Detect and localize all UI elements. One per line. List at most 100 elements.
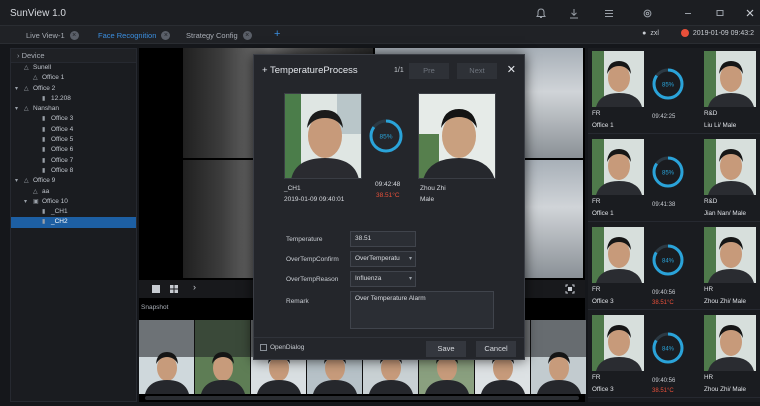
tree-item-label: Office 7 bbox=[51, 156, 74, 164]
expand-icon[interactable]: ▾ bbox=[15, 176, 22, 186]
tab-bar: Live View-1 × Face Recognition × Strateg… bbox=[0, 26, 760, 44]
tree-item[interactable]: ▾ △ Office 2 bbox=[11, 84, 136, 94]
person-gender: Male bbox=[420, 196, 435, 203]
chevron-right-icon[interactable]: › bbox=[193, 282, 196, 292]
download-icon[interactable] bbox=[566, 5, 582, 21]
tree-item[interactable]: ▮ Office 5 bbox=[11, 135, 136, 145]
dialog-title: + TemperatureProcess bbox=[262, 65, 358, 76]
tree-item-label: _CH2 bbox=[51, 218, 68, 226]
location-label: Office 3 bbox=[592, 298, 614, 305]
tree-item-label: Office 4 bbox=[51, 125, 74, 133]
plus-icon: + bbox=[262, 65, 271, 76]
tree-item-label: 12.208 bbox=[51, 94, 71, 102]
app-title: SunView 1.0 bbox=[10, 8, 66, 19]
next-button[interactable]: Next bbox=[457, 63, 497, 79]
registered-face-thumbnail bbox=[704, 51, 756, 107]
expand-icon[interactable]: ▾ bbox=[15, 104, 22, 114]
device-header-label: Device bbox=[21, 51, 45, 60]
tree-item[interactable]: ▮ _CH2 bbox=[11, 217, 136, 228]
expand-icon[interactable]: ▾ bbox=[15, 84, 22, 94]
bell-icon[interactable] bbox=[533, 5, 549, 21]
minimize-icon[interactable] bbox=[680, 5, 696, 21]
tree-item[interactable]: ▾ ▣ Office 10 bbox=[11, 197, 136, 207]
tree-item[interactable]: ▾ △ Nanshan bbox=[11, 104, 136, 114]
cancel-button[interactable]: Cancel bbox=[476, 341, 516, 357]
open-dialog-checkbox[interactable]: OpenDialog bbox=[260, 344, 304, 351]
overtemp-reason-select[interactable]: Influenza bbox=[350, 271, 416, 287]
captured-face-thumbnail bbox=[592, 315, 644, 371]
tab-close-icon[interactable]: × bbox=[69, 30, 79, 40]
person-name: Zhou Zhi bbox=[420, 185, 446, 192]
recognition-card[interactable]: FR Office 1 85% 09:41:38 R&D Jian Nan/ Male bbox=[588, 136, 760, 222]
tree-item[interactable]: △ Sunell bbox=[11, 63, 136, 73]
tree-item[interactable]: ▮ Office 3 bbox=[11, 114, 136, 124]
snapshot-thumbnail[interactable] bbox=[531, 320, 586, 394]
snapshot-label: Snapshot bbox=[141, 304, 169, 311]
add-tab-icon[interactable]: + bbox=[274, 28, 280, 40]
close-icon[interactable] bbox=[742, 5, 758, 21]
expand-icon[interactable]: ▾ bbox=[24, 197, 31, 207]
menu-icon[interactable] bbox=[601, 5, 617, 21]
capture-channel: _CH1 bbox=[284, 185, 301, 192]
similarity-value: 84% bbox=[662, 259, 675, 265]
tree-item-label: Nanshan bbox=[33, 105, 60, 113]
captured-face-image bbox=[284, 93, 362, 179]
single-view-icon[interactable] bbox=[151, 284, 161, 294]
user-icon[interactable]: ● bbox=[642, 30, 646, 37]
captured-face-thumbnail bbox=[592, 227, 644, 283]
site-icon: △ bbox=[24, 106, 29, 113]
remark-textarea[interactable]: Over Temperature Alarm bbox=[350, 291, 494, 329]
tree-item[interactable]: ▮ Office 6 bbox=[11, 145, 136, 155]
nvr-icon: ▣ bbox=[33, 198, 39, 205]
match-temperature: 38.51°C bbox=[652, 300, 674, 306]
captured-face-thumbnail bbox=[592, 51, 644, 107]
tree-item-label: Office 6 bbox=[51, 146, 74, 154]
user-area: ● zxl 2019-01-09 09:43:2 bbox=[642, 29, 754, 37]
maximize-icon[interactable] bbox=[712, 5, 728, 21]
snapshot-thumbnail[interactable] bbox=[195, 320, 250, 394]
location-label: Office 3 bbox=[592, 386, 614, 393]
tab-live-view[interactable]: Live View-1 × bbox=[22, 28, 83, 42]
overtemp-confirm-select[interactable]: OverTemperatu bbox=[350, 251, 416, 267]
snapshot-scrollbar[interactable] bbox=[145, 396, 579, 400]
similarity-ring: 85% bbox=[652, 68, 684, 100]
chevron-right-icon: › bbox=[17, 51, 20, 60]
tree-item[interactable]: ▮ _CH1 bbox=[11, 207, 136, 217]
save-button[interactable]: Save bbox=[426, 341, 466, 357]
tab-strategy-config[interactable]: Strategy Config × bbox=[182, 28, 256, 42]
recognition-card[interactable]: FR Office 3 84% 09:40:56 38.51°C HR Zhou Zhi/ … bbox=[588, 312, 760, 398]
tree-item[interactable]: ▮ Office 8 bbox=[11, 166, 136, 176]
tree-item[interactable]: ▮ 12.208 bbox=[11, 94, 136, 104]
dialog-close-icon[interactable]: ✕ bbox=[507, 63, 516, 76]
tree-item[interactable]: ▾ △ Office 9 bbox=[11, 176, 136, 186]
tree-item[interactable]: ▮ Office 4 bbox=[11, 125, 136, 135]
remark-label: Remark bbox=[286, 298, 309, 305]
prev-button[interactable]: Pre bbox=[409, 63, 449, 79]
fullscreen-icon[interactable] bbox=[565, 284, 575, 294]
group-label: FR bbox=[592, 110, 601, 117]
device-tree: △ Sunell △ Office 1 ▾ △ Office 2 ▮ 12.208 ▾ △ Nansh… bbox=[11, 63, 136, 228]
recognition-card[interactable]: FR Office 1 85% 09:42:25 R&D Liu Li/ Male bbox=[588, 48, 760, 134]
camera-icon: ▮ bbox=[42, 209, 46, 216]
group-label: FR bbox=[592, 198, 601, 205]
tree-item[interactable]: △ aa bbox=[11, 187, 136, 197]
temperature-input[interactable]: 38.51 bbox=[350, 231, 416, 247]
tab-label: Face Recognition bbox=[98, 30, 157, 40]
tree-item[interactable]: △ Office 1 bbox=[11, 73, 136, 83]
location-label: Office 1 bbox=[592, 122, 614, 129]
tree-item[interactable]: ▮ Office 7 bbox=[11, 156, 136, 166]
department-label: R&D bbox=[704, 198, 718, 205]
grid-view-icon[interactable] bbox=[169, 284, 179, 294]
site-icon: △ bbox=[24, 85, 29, 92]
tab-face-recognition[interactable]: Face Recognition × bbox=[94, 28, 174, 42]
device-header[interactable]: › Device bbox=[11, 49, 136, 63]
snapshot-thumbnail[interactable] bbox=[139, 320, 194, 394]
similarity-ring: 84% bbox=[652, 244, 684, 276]
tab-close-icon[interactable]: × bbox=[242, 30, 252, 40]
registered-face-thumbnail bbox=[704, 315, 756, 371]
settings-icon[interactable] bbox=[639, 5, 655, 21]
recognition-card[interactable]: FR Office 3 84% 09:40:56 38.51°C HR Zhou Zhi/ … bbox=[588, 224, 760, 310]
recognition-panel: FR Office 1 85% 09:42:25 R&D Liu Li/ Male FR Of… bbox=[588, 48, 760, 402]
tab-close-icon[interactable]: × bbox=[161, 30, 171, 40]
dialog-footer: OpenDialog Save Cancel bbox=[254, 337, 524, 359]
